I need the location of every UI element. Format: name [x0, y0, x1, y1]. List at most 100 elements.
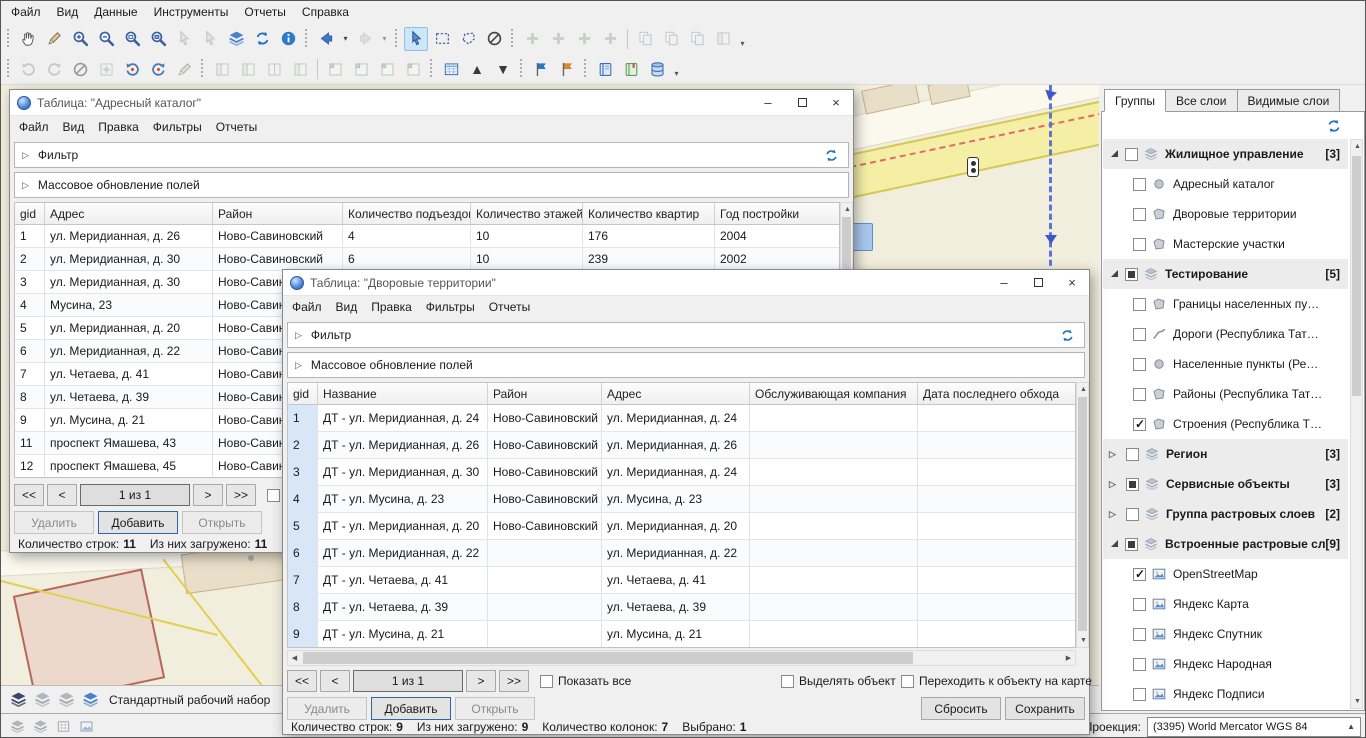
- history-forward-dropdown-icon[interactable]: ▾: [379, 27, 390, 51]
- scrollbar-thumb[interactable]: [303, 652, 913, 664]
- table-cell[interactable]: ДТ - ул. Меридианная, д. 26: [318, 432, 488, 458]
- zoom-in-icon[interactable]: [68, 27, 92, 51]
- scroll-up-icon[interactable]: ▲: [841, 203, 854, 216]
- table-cell[interactable]: проспект Ямашева, 43: [45, 432, 213, 454]
- rotate-ccw-icon[interactable]: [120, 57, 144, 81]
- column-header[interactable]: Обслуживающая компания: [750, 383, 918, 404]
- show-all-checkbox[interactable]: Показать все: [540, 674, 631, 688]
- table-cell[interactable]: ДТ - ул. Четаева, д. 39: [318, 594, 488, 620]
- history-forward-icon[interactable]: [353, 27, 377, 51]
- table-row[interactable]: 2ДТ - ул. Меридианная, д. 26Ново-Савинов…: [288, 432, 1075, 459]
- table-cell[interactable]: 12: [15, 455, 45, 477]
- tab-1[interactable]: Группы: [1104, 89, 1166, 112]
- scroll-left-icon[interactable]: ◀: [288, 652, 301, 665]
- layer-row[interactable]: Дворовые территории: [1103, 199, 1348, 229]
- statusbar-layers2-icon[interactable]: [30, 717, 50, 737]
- table-cell[interactable]: [488, 567, 602, 593]
- window-menu-item-1[interactable]: Файл: [285, 297, 329, 317]
- layer-checkbox[interactable]: [1133, 568, 1146, 581]
- layer-row[interactable]: Границы населенных пу…: [1103, 289, 1348, 319]
- column-header[interactable]: Адрес: [602, 383, 750, 404]
- app-menu-item-3[interactable]: Данные: [86, 2, 145, 22]
- layer-row[interactable]: Населенные пункты (Ре…: [1103, 349, 1348, 379]
- table-cell[interactable]: 239: [583, 248, 715, 270]
- statusbar-map-icon[interactable]: [76, 717, 96, 737]
- table-cell[interactable]: ул. Четаева, д. 41: [602, 567, 750, 593]
- table-cell[interactable]: ДТ - ул. Мусина, д. 21: [318, 621, 488, 647]
- app-menu-item-6[interactable]: Справка: [294, 2, 357, 22]
- table-cell[interactable]: [918, 540, 1076, 566]
- table-row[interactable]: 2ул. Меридианная, д. 30Ново-Савиновский6…: [15, 248, 839, 271]
- expander-icon[interactable]: ▷: [295, 330, 302, 341]
- table-cell[interactable]: ул. Мусина, д. 23: [602, 486, 750, 512]
- snap-settings-icon[interactable]: [94, 57, 118, 81]
- table-cell[interactable]: [918, 405, 1076, 431]
- cancel-edit-icon[interactable]: [68, 57, 92, 81]
- minimize-button[interactable]: –: [987, 270, 1021, 295]
- table-cell[interactable]: [488, 540, 602, 566]
- move-up-icon[interactable]: ▲: [465, 57, 489, 81]
- table-cell[interactable]: ул. Меридианная, д. 26: [45, 225, 213, 247]
- table-cell[interactable]: ул. Четаева, д. 39: [602, 594, 750, 620]
- table-cell[interactable]: ДТ - ул. Меридианная, д. 22: [318, 540, 488, 566]
- scrollbar-thumb[interactable]: [1352, 156, 1361, 396]
- tab-2[interactable]: Все слои: [1165, 89, 1238, 112]
- layer-checkbox[interactable]: [1126, 478, 1139, 491]
- table-cell[interactable]: 7: [15, 363, 45, 385]
- table-cell[interactable]: [918, 432, 1076, 458]
- table-scrollbar[interactable]: ▲ ▼: [1076, 382, 1089, 648]
- layer-row[interactable]: Строения (Республика Т…: [1103, 409, 1348, 439]
- checkbox-icon[interactable]: [540, 675, 553, 688]
- column-header[interactable]: Год постройки: [715, 203, 840, 224]
- app-menu-item-1[interactable]: Файл: [3, 2, 49, 22]
- layer-checkbox[interactable]: [1133, 178, 1146, 191]
- column-header[interactable]: Район: [488, 383, 602, 404]
- table-cell[interactable]: ул. Меридианная, д. 22: [602, 540, 750, 566]
- first-page-button[interactable]: <<: [14, 484, 44, 506]
- checkbox-icon[interactable]: [901, 675, 914, 688]
- layer-row[interactable]: Районы (Республика Тат…: [1103, 379, 1348, 409]
- refresh-filter-icon[interactable]: [1057, 325, 1077, 345]
- union-geometry-icon[interactable]: [401, 57, 425, 81]
- table-cell[interactable]: 10: [471, 225, 583, 247]
- layer-group-row[interactable]: Встроенные растровые сл…[9]: [1103, 529, 1348, 559]
- toolbar-overflow-icon[interactable]: ▾: [736, 27, 749, 51]
- layer-group-row[interactable]: ▷Регион[3]: [1103, 439, 1348, 469]
- geometry-merge-icon[interactable]: [288, 57, 312, 81]
- table-cell[interactable]: [488, 594, 602, 620]
- layer-group-row[interactable]: ▷Группа растровых слоев[2]: [1103, 499, 1348, 529]
- table-cell[interactable]: ДТ - ул. Четаева, д. 41: [318, 567, 488, 593]
- table-cell[interactable]: 7: [288, 567, 318, 593]
- layer-checkbox[interactable]: [1133, 628, 1146, 641]
- window-titlebar[interactable]: Таблица: "Адресный каталог" – ×: [10, 90, 853, 116]
- statusbar-layers-icon[interactable]: [7, 717, 27, 737]
- column-header[interactable]: gid: [288, 383, 318, 404]
- window-menu-item-5[interactable]: Отчеты: [209, 117, 264, 137]
- table-cell[interactable]: 6: [288, 540, 318, 566]
- table-cell[interactable]: [750, 621, 918, 647]
- window-menu-item-3[interactable]: Правка: [91, 117, 146, 137]
- reset-button[interactable]: Сбросить: [921, 697, 1001, 720]
- table-cell[interactable]: 9: [15, 409, 45, 431]
- checkbox-icon[interactable]: [781, 675, 794, 688]
- zoom-window-icon[interactable]: [120, 27, 144, 51]
- table-cell[interactable]: 6: [15, 340, 45, 362]
- layer-row[interactable]: Дороги (Республика Тат…: [1103, 319, 1348, 349]
- filter-panel-header[interactable]: ▷ Фильтр: [14, 142, 849, 168]
- toolbar-overflow-icon[interactable]: ▾: [670, 57, 683, 81]
- table-cell[interactable]: ДТ - ул. Меридианная, д. 24: [318, 405, 488, 431]
- layer-checkbox[interactable]: [1133, 658, 1146, 671]
- column-header[interactable]: Количество подъездов: [343, 203, 471, 224]
- projection-combobox[interactable]: (3395) World Mercator WGS 84 ▲: [1147, 717, 1361, 737]
- table-cell[interactable]: Ново-Савиновский: [488, 405, 602, 431]
- table-cell[interactable]: ДТ - ул. Мусина, д. 23: [318, 486, 488, 512]
- collapse-icon[interactable]: [1111, 540, 1118, 547]
- table-row[interactable]: 8ДТ - ул. Четаева, д. 39ул. Четаева, д. …: [288, 594, 1075, 621]
- table-cell[interactable]: Ново-Савиновский: [488, 486, 602, 512]
- table-row[interactable]: 9ДТ - ул. Мусина, д. 21ул. Мусина, д. 21: [288, 621, 1075, 648]
- table-cell[interactable]: ул. Меридианная, д. 20: [602, 513, 750, 539]
- workspace-layers-gray-icon[interactable]: [31, 689, 53, 711]
- next-page-button[interactable]: >: [193, 484, 223, 506]
- table-cell[interactable]: ДТ - ул. Меридианная, д. 30: [318, 459, 488, 485]
- table-cell[interactable]: ул. Меридианная, д. 26: [602, 432, 750, 458]
